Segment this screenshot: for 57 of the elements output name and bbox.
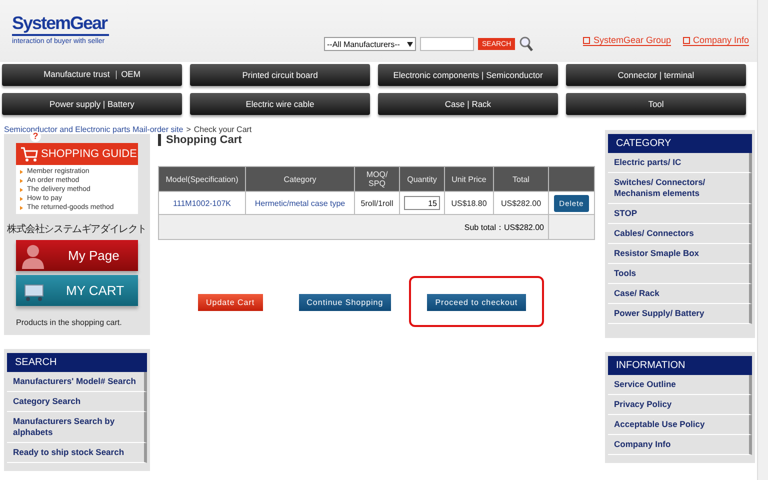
breadcrumb-current: Check your Cart (194, 125, 252, 134)
my-page-button[interactable]: My Page (16, 240, 138, 271)
nav-button[interactable]: Electric wire cable (190, 93, 370, 115)
action-button[interactable]: Continue Shopping (298, 294, 392, 311)
menu-link[interactable]: Tools (608, 264, 752, 284)
cart-icon (20, 146, 38, 162)
menu-link[interactable]: Category Search (7, 392, 147, 412)
menu-link[interactable]: Power Supply/ Battery (608, 304, 752, 324)
shopping-guide-title: SHOPPING GUIDE (41, 148, 137, 160)
menu-header: INFORMATION (608, 356, 752, 375)
nav-button[interactable]: Tool (566, 93, 746, 115)
nav-button[interactable]: Connector | terminal (566, 64, 746, 86)
nav-button[interactable]: Electronic components | Semiconductor (378, 64, 558, 86)
action-button[interactable]: Proceed to checkout (427, 294, 526, 311)
company-name: 株式会社システムギアダイレクト (7, 222, 147, 236)
manufacturer-select[interactable]: --All Manufacturers-- (324, 37, 416, 51)
subtotal: Sub total：US$282.00 (158, 214, 548, 240)
search-field[interactable] (420, 37, 474, 51)
column-header: Quantity (400, 166, 444, 192)
nav-button[interactable]: Power supply | Battery (2, 93, 182, 115)
breadcrumb-separator: > (186, 125, 191, 134)
nav-button[interactable]: Case | Rack (378, 93, 558, 115)
menu-link[interactable]: Service Outline (608, 375, 752, 395)
menu-link[interactable]: Switches/ Connectors/ Mechanism elements (608, 173, 752, 204)
quantity-field[interactable]: 15 (404, 196, 440, 210)
header-link[interactable]: Company Info (682, 35, 749, 46)
menu-link[interactable]: Privacy Policy (608, 395, 752, 415)
menu-link[interactable]: Company Info (608, 435, 752, 455)
menu-link[interactable]: STOP (608, 204, 752, 224)
column-header: Model(Specification) (158, 166, 246, 192)
column-header: Unit Price (444, 166, 494, 192)
question-badge: ? (30, 131, 41, 142)
action-button[interactable]: Update Cart (198, 294, 263, 311)
menu-link[interactable]: Resistor Smaple Box (608, 244, 752, 264)
logo[interactable]: SystemGear (12, 12, 110, 36)
page-title: Shopping Cart (158, 134, 595, 146)
my-cart-button[interactable]: MY CART (16, 275, 138, 306)
menu-link[interactable]: Ready to ship stock Search (7, 443, 147, 463)
menu-link[interactable]: Manufacturers Search by alphabets (7, 412, 147, 443)
menu-link[interactable]: Case/ Rack (608, 284, 752, 304)
menu-link[interactable]: Acceptable Use Policy (608, 415, 752, 435)
nav-button[interactable]: Manufacture trust ｜OEM (2, 64, 182, 86)
dropdown-caret-icon (407, 42, 413, 46)
person-icon (22, 242, 44, 268)
nav-button[interactable]: Printed circuit board (190, 64, 370, 86)
menu-header: CATEGORY (608, 134, 752, 153)
menu-link[interactable]: Electric parts/ IC (608, 153, 752, 173)
breadcrumb-link[interactable]: Semiconductor and Electronic parts Mail-order site (4, 125, 184, 134)
header-link[interactable]: SystemGear Group (583, 35, 671, 46)
column-header: Category (246, 166, 354, 192)
column-header: MOQ/ SPQ (354, 166, 400, 192)
menu-link[interactable]: Manufacturers' Model# Search (7, 372, 147, 392)
search-icon (519, 36, 534, 52)
menu-link[interactable]: Cables/ Connectors (608, 224, 752, 244)
column-header: Total (494, 166, 548, 192)
menu-header: SEARCH (7, 353, 147, 372)
cart-note: Products in the shopping cart. (16, 318, 123, 327)
